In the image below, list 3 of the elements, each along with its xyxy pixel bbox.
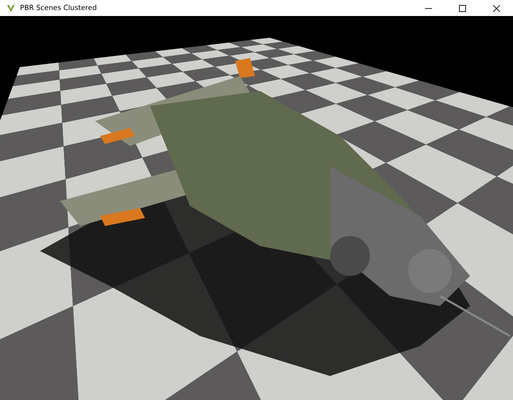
close-icon — [492, 4, 500, 12]
leaf-icon — [6, 3, 16, 13]
maximize-icon — [458, 4, 466, 12]
